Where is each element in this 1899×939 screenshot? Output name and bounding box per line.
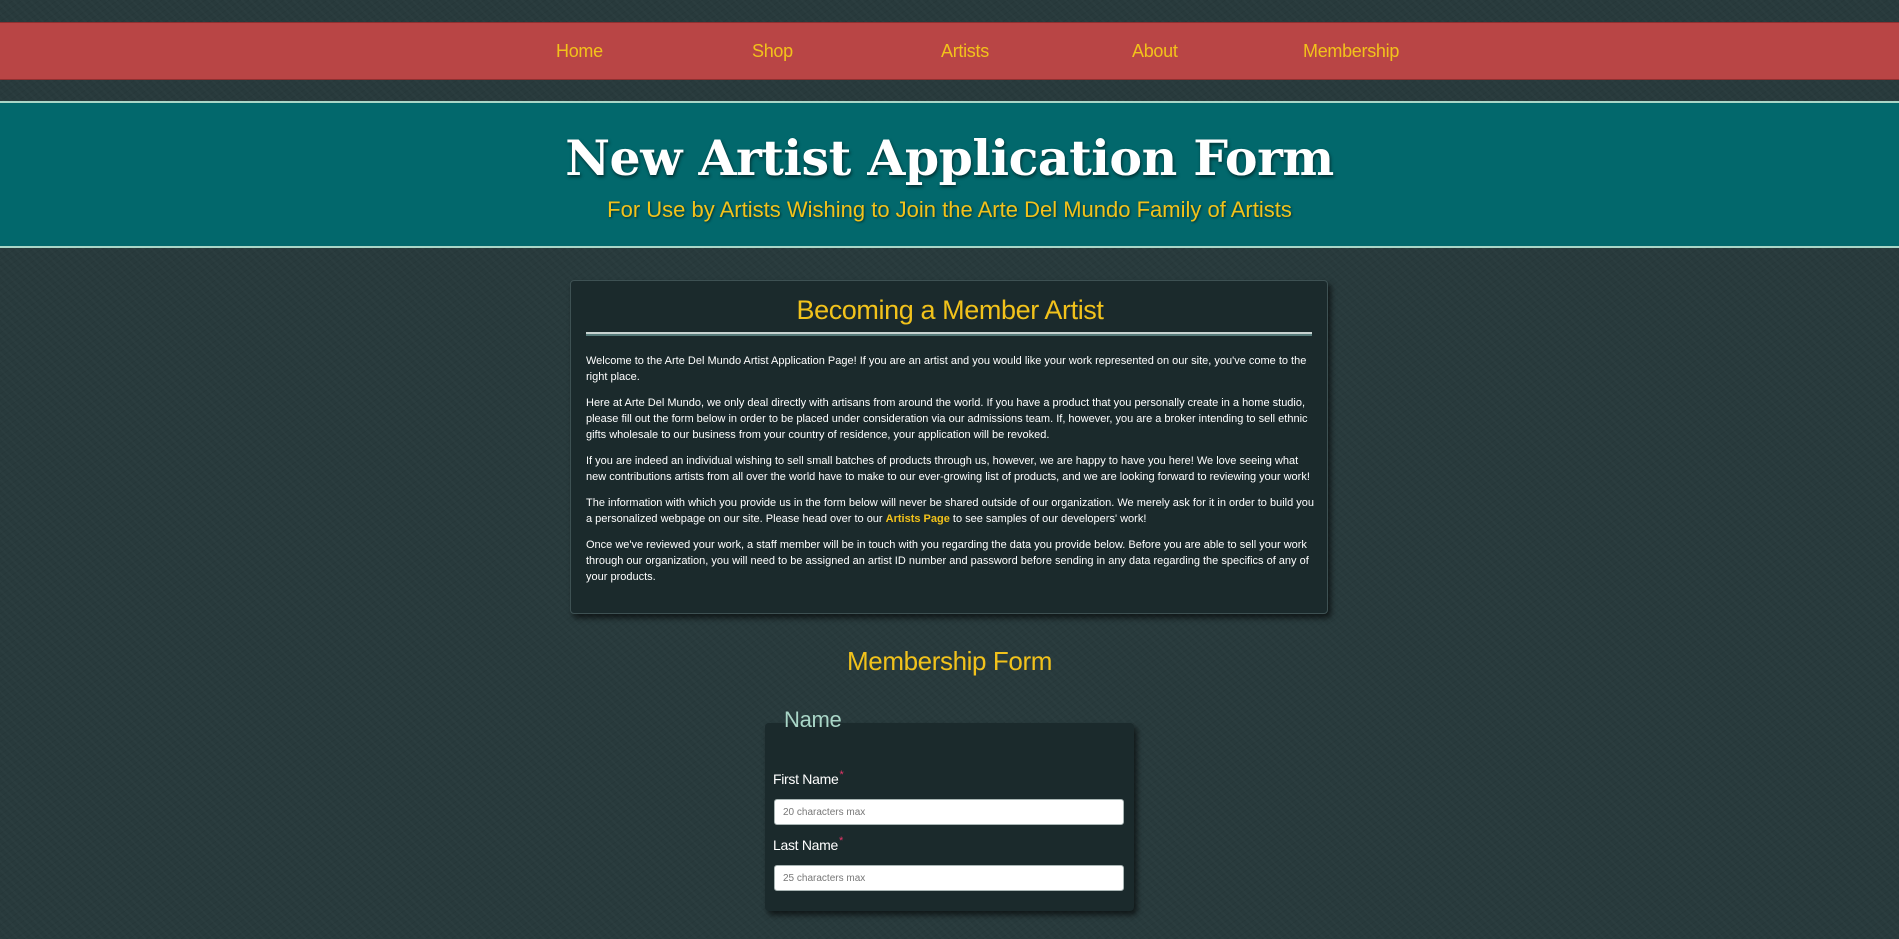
form-title: Membership Form <box>847 646 1052 676</box>
page-title: New Artist Application Form <box>565 129 1334 187</box>
page-subtitle: For Use by Artists Wishing to Join the A… <box>607 197 1292 222</box>
artists-page-link[interactable]: Artists Page <box>886 513 950 525</box>
last-name-input[interactable] <box>774 865 1124 891</box>
intro-paragraph: If you are indeed an individual wishing … <box>586 455 1310 483</box>
intro-paragraph: Welcome to the Arte Del Mundo Artist App… <box>586 355 1307 383</box>
required-marker: * <box>839 835 843 847</box>
page-banner: New Artist Application Form For Use by A… <box>0 101 1899 248</box>
intro-panel: Becoming a Member Artist Welcome to the … <box>570 280 1328 614</box>
intro-paragraph: Once we've reviewed your work, a staff m… <box>586 539 1309 583</box>
first-name-input[interactable] <box>774 799 1124 825</box>
nav-item-artists[interactable]: Artists <box>941 23 989 79</box>
nav-item-membership[interactable]: Membership <box>1303 23 1399 79</box>
first-name-label: First Name* <box>773 769 844 787</box>
intro-heading: Becoming a Member Artist <box>796 295 1104 325</box>
intro-paragraph: Here at Arte Del Mundo, we only deal dir… <box>586 397 1308 441</box>
main-navigation: Home Shop Artists About Membership <box>0 22 1899 80</box>
intro-paragraph: The information with which you provide u… <box>586 495 1314 527</box>
intro-text: to see samples of our developers' work! <box>949 513 1147 525</box>
nav-item-home[interactable]: Home <box>556 23 603 79</box>
required-marker: * <box>839 769 844 781</box>
last-name-label-text: Last Name <box>773 837 838 853</box>
nav-item-shop[interactable]: Shop <box>752 23 793 79</box>
heading-divider <box>586 332 1312 336</box>
last-name-label: Last Name* <box>773 835 843 853</box>
name-fieldset: First Name* Last Name* <box>765 723 1134 911</box>
first-name-label-text: First Name <box>773 771 839 787</box>
name-fieldset-legend: Name <box>784 707 842 732</box>
intro-body: Welcome to the Arte Del Mundo Artist App… <box>586 353 1314 595</box>
nav-item-about[interactable]: About <box>1132 23 1178 79</box>
